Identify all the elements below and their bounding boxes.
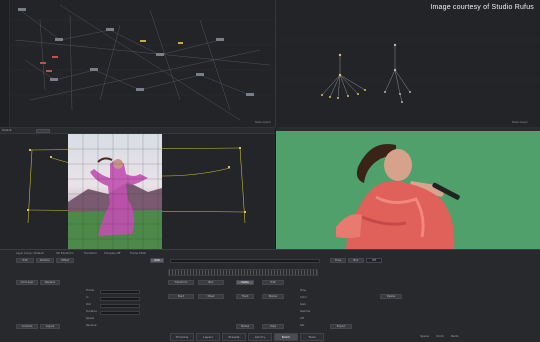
label-gain: Gain: [300, 303, 306, 306]
status-redo[interactable]: Redo: [451, 334, 459, 338]
tab-layers[interactable]: Layers: [196, 333, 220, 341]
panel-header-3d-transform: 3D Transform: [56, 252, 74, 255]
edit-panel-button[interactable]: Edit: [262, 280, 284, 285]
panel-row-1: Edit Position Offset RGB Time Blur Off: [0, 258, 540, 264]
label-tone: Tone: [300, 289, 306, 292]
paint-button[interactable]: Paint: [168, 294, 194, 299]
transform-button[interactable]: Transform: [168, 280, 194, 285]
status-space: Space: [420, 334, 430, 338]
delete-button[interactable]: Delete: [380, 294, 402, 299]
tab-tools[interactable]: Tools: [300, 333, 324, 341]
out-field[interactable]: [100, 304, 140, 308]
panel-header-row: Layer Comp / Default 3D Transform Transf…: [0, 251, 540, 257]
label-frame: Frame: [86, 289, 95, 292]
tab-library[interactable]: Library: [248, 333, 272, 341]
timeline-scrubber[interactable]: [168, 269, 318, 276]
panel-row-4: Controls Layers Nodes Clips Export: [0, 324, 540, 330]
panel-header-compare: Compare Off: [104, 252, 121, 255]
panel-header-transform: Transform: [84, 252, 97, 255]
control-panel[interactable]: Layer Comp / Default 3D Transform Transf…: [0, 249, 540, 342]
track-button[interactable]: Track: [236, 294, 254, 299]
off-button[interactable]: Off: [366, 258, 382, 263]
viewer-right-image[interactable]: [276, 127, 540, 249]
panel-row-2: Add Layer Replace Transform Blur Matte E…: [0, 280, 540, 286]
controls-button[interactable]: Controls: [16, 324, 38, 329]
position-button[interactable]: Position: [36, 258, 54, 263]
offset-button[interactable]: Offset: [56, 258, 74, 263]
graph-label-right: Node Graph: [512, 121, 528, 124]
export-button[interactable]: Export: [330, 324, 352, 329]
edit-button[interactable]: Edit: [16, 258, 34, 263]
label-gamma: Gamma: [300, 310, 311, 313]
layers-panel-button[interactable]: Layers: [40, 324, 60, 329]
panel-row-3: Paint Mask Track Stereo Delete: [0, 294, 540, 300]
label-speed: Speed: [86, 317, 95, 320]
viewer-left-image[interactable]: [68, 134, 162, 249]
blur-button[interactable]: Blur: [348, 258, 364, 263]
status-undo[interactable]: Undo: [436, 334, 444, 338]
image-credit: Image courtesy of Studio Rufus: [430, 4, 534, 11]
label-lift: Lift: [300, 317, 305, 320]
graph-label-left: Node Graph: [255, 121, 271, 124]
tab-timeline[interactable]: Timeline: [170, 333, 194, 341]
time-button[interactable]: Time: [330, 258, 346, 263]
panel-header-frame: Frame 1060: [130, 252, 146, 255]
status-bar: Space Undo Redo: [420, 334, 540, 342]
mask-button[interactable]: Mask: [198, 294, 224, 299]
replace-button[interactable]: Replace: [40, 280, 60, 285]
stereo-button[interactable]: Stereo: [262, 294, 284, 299]
label-duration: Duration: [86, 310, 98, 313]
tab-batch[interactable]: Batch: [274, 333, 298, 341]
label-out: Out: [86, 303, 91, 306]
playback-controls-bar[interactable]: [170, 259, 320, 263]
bottom-tab-bar: Timeline Layers Presets Library Batch To…: [150, 333, 340, 342]
node-graph-area[interactable]: Node Graph Node Graph: [0, 0, 540, 127]
node-graph-canvas[interactable]: [0, 0, 540, 127]
duration-field[interactable]: [100, 311, 140, 315]
tab-presets[interactable]: Presets: [222, 333, 246, 341]
clips-button[interactable]: Clips: [262, 324, 284, 329]
matte-button[interactable]: Matte: [236, 280, 254, 285]
add-layer-button[interactable]: Add Layer: [16, 280, 38, 285]
rgb-button[interactable]: RGB: [150, 258, 164, 263]
nodes-button[interactable]: Nodes: [236, 324, 254, 329]
graph-divider: [275, 0, 276, 127]
panel-header-layer-comp: Layer Comp / Default: [16, 252, 44, 255]
blur-panel-button[interactable]: Blur: [198, 280, 224, 285]
